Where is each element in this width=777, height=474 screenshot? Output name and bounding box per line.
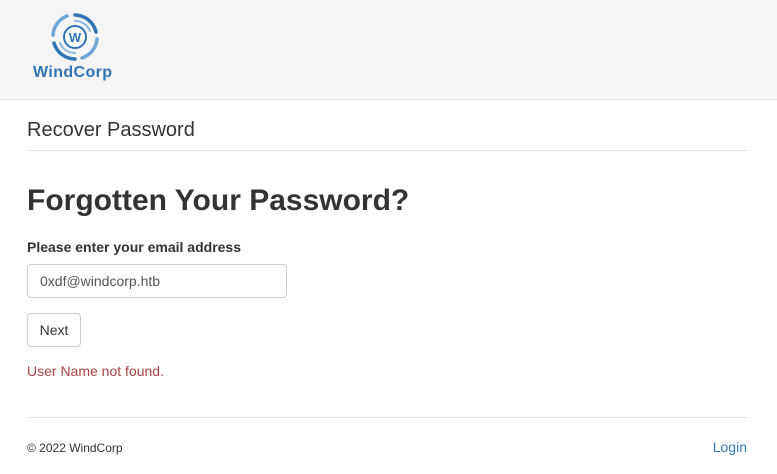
logo-letter: W [69, 30, 82, 45]
footer-divider [27, 417, 747, 418]
site-header: W WindCorp [0, 0, 777, 100]
next-button[interactable]: Next [27, 313, 81, 347]
error-message: User Name not found. [27, 363, 164, 379]
logo-text: WindCorp [33, 64, 113, 81]
windcorp-logo[interactable]: W WindCorp [30, 12, 125, 86]
login-link[interactable]: Login [713, 439, 747, 455]
email-label: Please enter your email address [27, 239, 241, 255]
page-heading: Forgotten Your Password? [27, 184, 410, 217]
windcorp-swirl-icon: W [51, 13, 99, 61]
section-divider [27, 150, 747, 151]
page-section-title: Recover Password [27, 119, 195, 141]
copyright-text: © 2022 WindCorp [27, 441, 123, 455]
email-input[interactable] [27, 264, 287, 298]
